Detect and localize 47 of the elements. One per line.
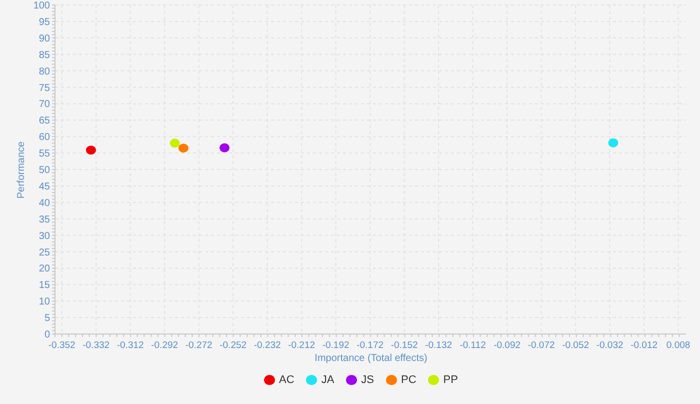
x-tick-label: -0.132: [425, 340, 452, 351]
x-tick-label: -0.292: [151, 340, 178, 351]
y-tick-label: 60: [38, 132, 50, 144]
legend-label: JA: [321, 373, 334, 388]
x-tick-label: -0.032: [596, 340, 624, 351]
y-tick-label: 85: [38, 50, 50, 61]
legend-label: AC: [279, 373, 294, 388]
y-tick-label: 70: [38, 99, 50, 110]
y-tick-label: 80: [38, 66, 50, 78]
legend-label: PP: [443, 373, 458, 388]
y-tick-label: 10: [38, 296, 50, 308]
legend-label: JS: [361, 373, 374, 388]
y-tick-label: 20: [38, 264, 50, 275]
y-tick-label: 75: [38, 82, 50, 94]
x-tick-label: -0.232: [254, 340, 281, 351]
y-tick-label: 35: [38, 214, 50, 226]
x-tick-label: -0.332: [82, 340, 110, 351]
x-tick-label: -0.172: [356, 340, 384, 351]
x-tick-label: -0.012: [630, 340, 658, 351]
y-tick-label: 55: [38, 148, 50, 160]
x-tick-label: -0.152: [390, 340, 418, 351]
y-tick-label: 50: [38, 165, 50, 176]
y-tick-label: 0: [44, 330, 50, 340]
x-tick-label: -0.072: [528, 340, 555, 351]
x-tick-label: -0.272: [185, 340, 212, 351]
x-tick-label: -0.352: [48, 340, 76, 351]
x-tick-label: -0.212: [288, 340, 316, 351]
y-tick-label: 15: [38, 280, 50, 292]
y-tick-label: 25: [38, 247, 50, 258]
legend-label: PC: [401, 373, 416, 388]
x-tick-label: -0.052: [562, 340, 590, 351]
x-tick-label: 0.008: [666, 340, 690, 351]
y-tick-label: 30: [38, 230, 50, 242]
y-tick-label: 45: [38, 181, 50, 192]
x-tick-label: -0.092: [494, 340, 521, 351]
y-axis-title: Performance: [16, 141, 27, 199]
x-tick-label: -0.252: [220, 340, 247, 351]
y-tick-label: 90: [38, 33, 50, 44]
x-tick-label: -0.312: [116, 340, 144, 351]
y-tick-label: 95: [38, 16, 50, 28]
y-tick-label: 5: [44, 313, 50, 324]
x-tick-label: -0.192: [322, 340, 350, 351]
x-axis-title: Importance (Total effects): [314, 353, 428, 364]
y-tick-label: 40: [38, 198, 50, 209]
x-tick-label: -0.112: [460, 340, 486, 351]
y-tick-label: 65: [38, 116, 50, 127]
y-tick-label: 100: [33, 0, 50, 12]
